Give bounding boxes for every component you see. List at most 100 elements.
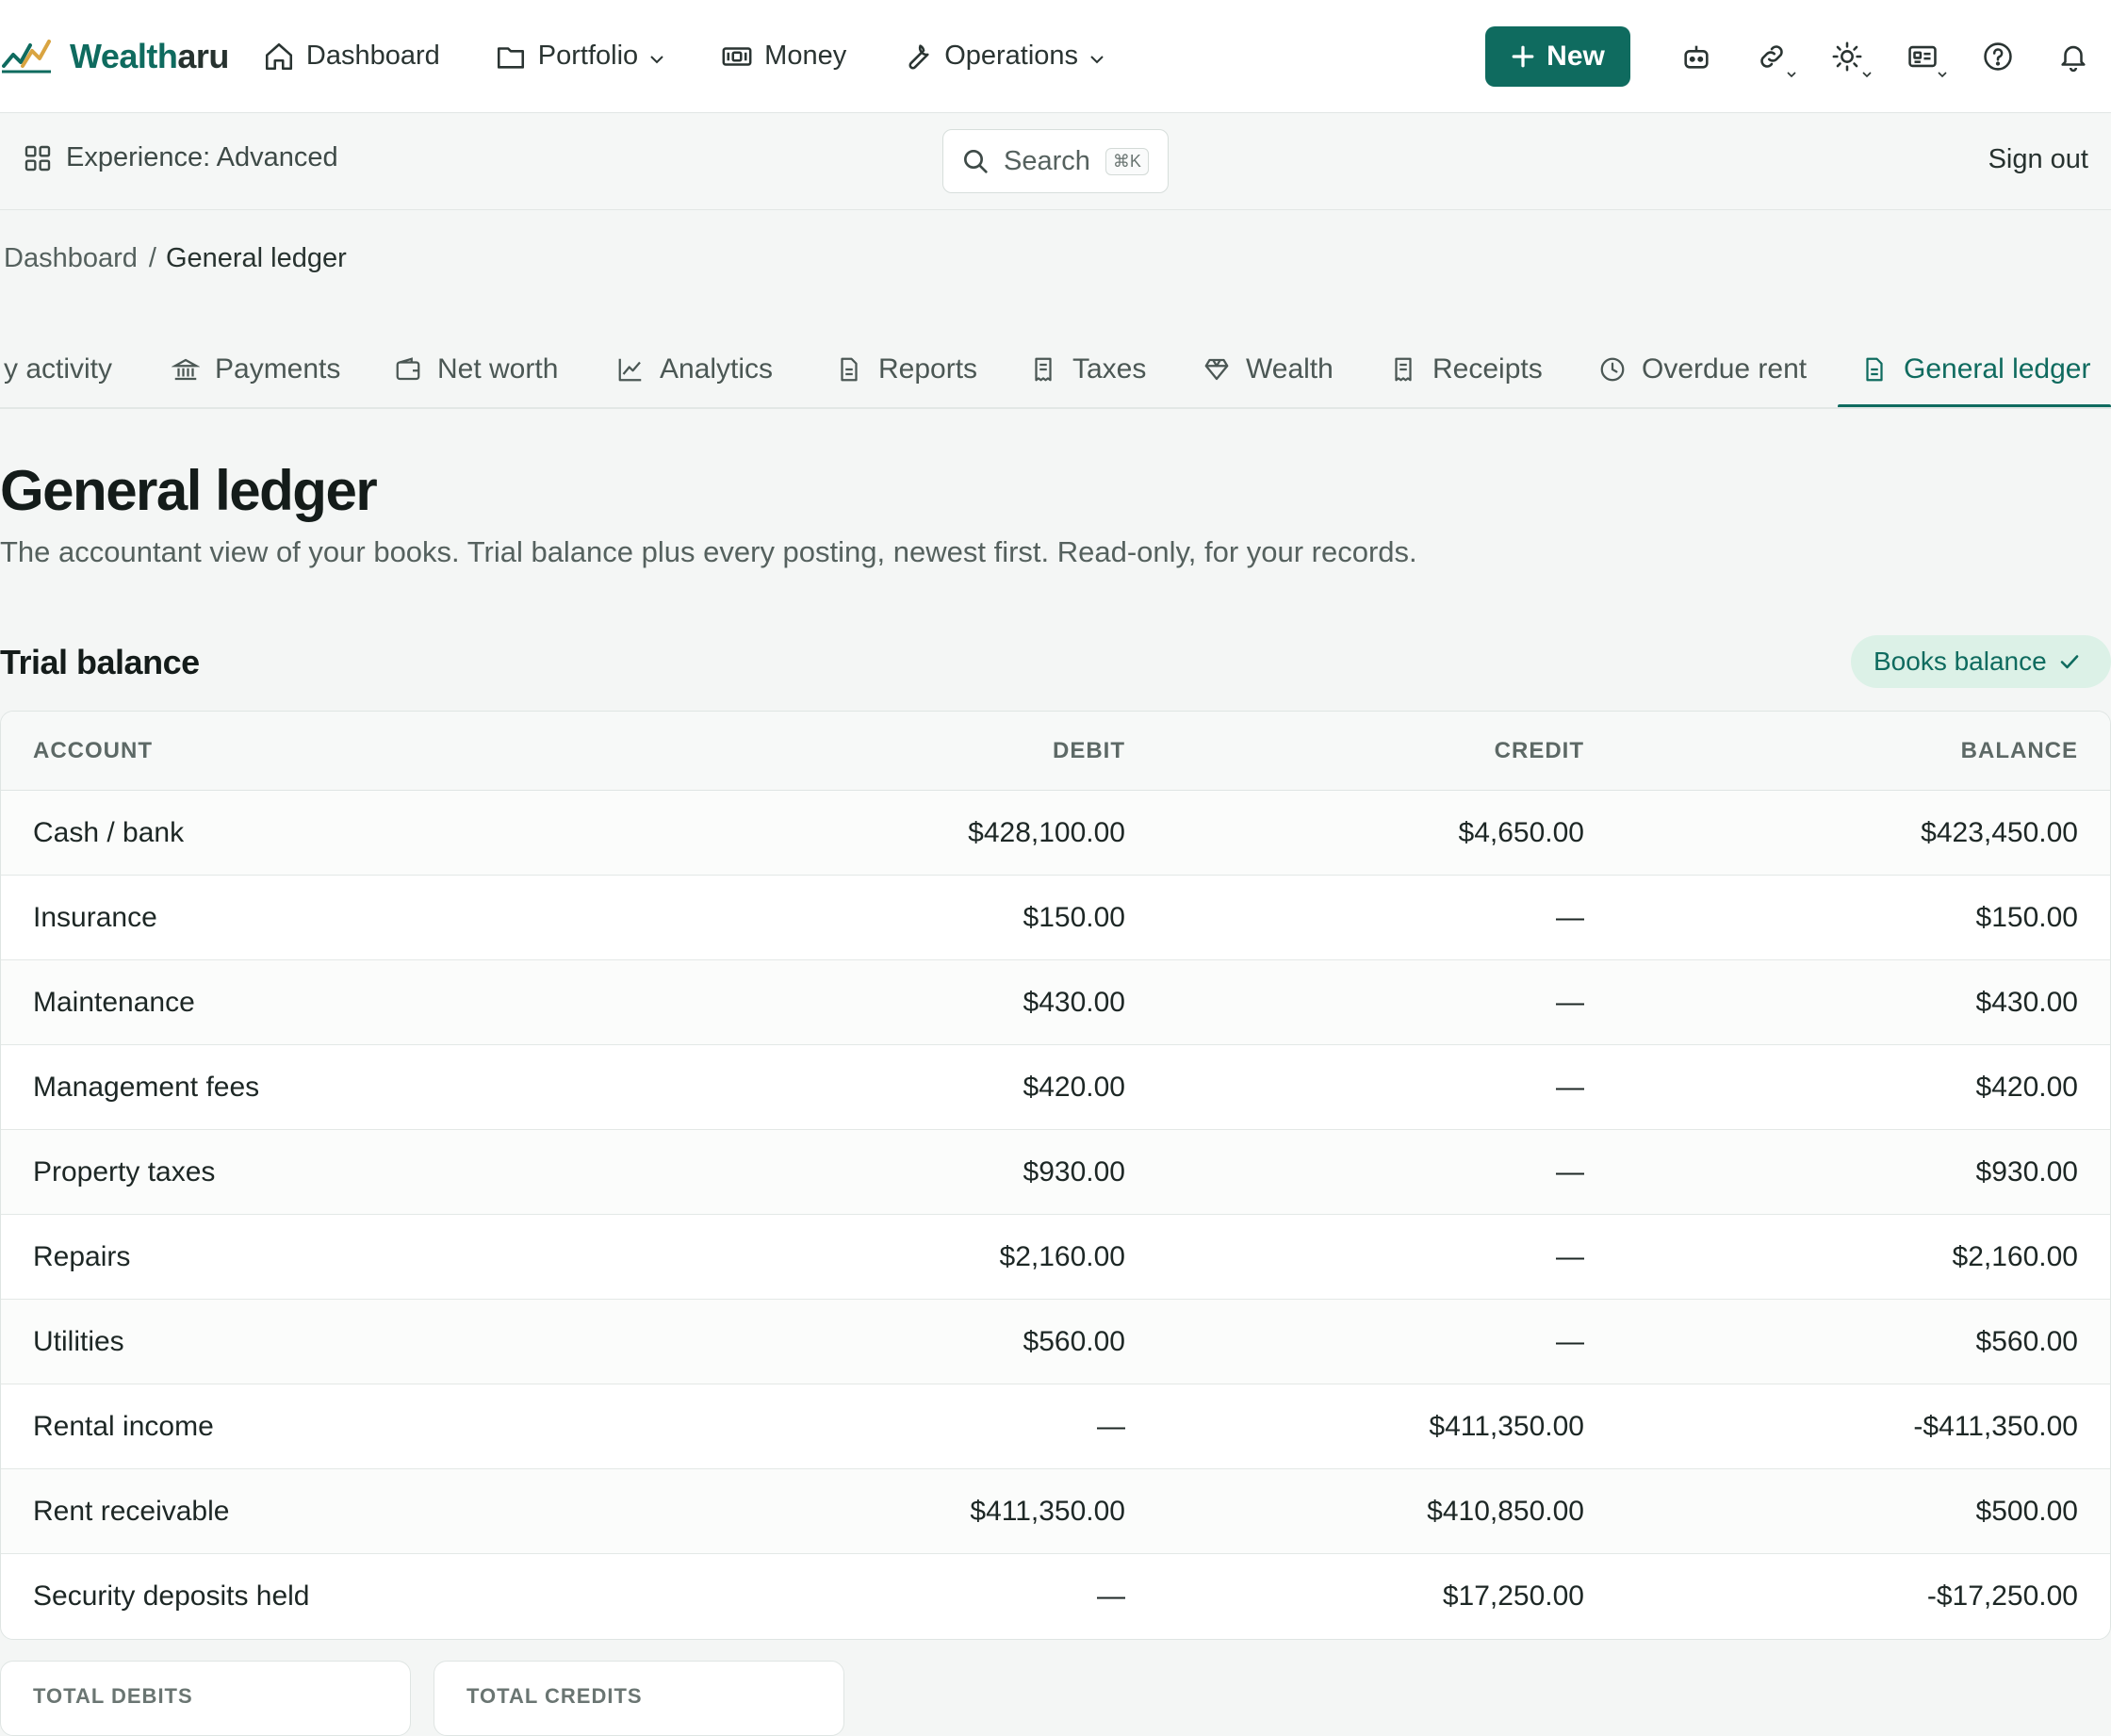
theme-menu-button[interactable] xyxy=(1809,26,1885,87)
brand[interactable]: Wealtharu xyxy=(2,37,229,76)
document-icon xyxy=(1866,357,1883,382)
experience-toggle[interactable]: Experience: Advanced xyxy=(23,142,338,173)
section-tabs: y activity Payments Net worth Analytics … xyxy=(0,330,2111,409)
tab-reports[interactable]: Reports xyxy=(835,330,978,407)
table-row: Utilities $560.00 — $560.00 xyxy=(1,1300,2110,1384)
tab-label: Payments xyxy=(215,353,341,385)
account-cell: Insurance xyxy=(33,901,157,933)
sub-toolbar: Experience: Advanced Search ⌘K Sign out xyxy=(0,114,2111,210)
wrench-icon xyxy=(908,43,929,69)
balance-cell: $420.00 xyxy=(1975,1071,2078,1103)
links-menu-button[interactable] xyxy=(1734,26,1809,87)
nav-label: Money xyxy=(764,41,847,71)
plus-icon xyxy=(1512,45,1534,68)
table-row: Security deposits held — $17,250.00 -$17… xyxy=(1,1554,2110,1639)
tab-label: Reports xyxy=(878,353,978,385)
debit-cell: $560.00 xyxy=(1023,1325,1125,1357)
page-title: General ledger xyxy=(0,459,378,522)
debit-cell: $150.00 xyxy=(1023,901,1125,933)
credit-cell: — xyxy=(1556,1325,1584,1357)
account-cell: Maintenance xyxy=(33,986,195,1018)
experience-label: Experience: Advanced xyxy=(66,142,338,172)
tab-label: Analytics xyxy=(660,353,774,385)
trial-balance-table: ACCOUNT DEBIT CREDIT BALANCE Cash / bank… xyxy=(0,711,2111,1640)
tab-analytics[interactable]: Analytics xyxy=(616,330,774,407)
credit-cell: — xyxy=(1556,1240,1584,1272)
status-badge: Books balance xyxy=(1851,635,2111,688)
nav-money[interactable]: Money xyxy=(721,41,846,73)
new-button[interactable]: New xyxy=(1485,26,1630,87)
search-icon xyxy=(964,150,988,173)
account-cell: Cash / bank xyxy=(33,816,185,848)
sign-out-link[interactable]: Sign out xyxy=(1988,144,2088,175)
table-row: Maintenance $430.00 — $430.00 xyxy=(1,960,2110,1045)
tab-general-ledger[interactable]: General ledger xyxy=(1860,330,2091,407)
nav-portfolio[interactable]: Portfolio xyxy=(495,41,666,73)
account-cell: Rent receivable xyxy=(33,1495,230,1527)
table-row: Property taxes $930.00 — $930.00 xyxy=(1,1130,2110,1215)
column-header-balance: BALANCE xyxy=(1960,737,2078,763)
total-credits-card: TOTAL CREDITS xyxy=(434,1661,844,1736)
assistant-button[interactable] xyxy=(1659,26,1734,87)
banknote-icon xyxy=(722,46,752,66)
account-cell: Repairs xyxy=(33,1240,131,1272)
active-tab-indicator xyxy=(1838,404,2111,407)
receipt-icon xyxy=(1395,357,1412,382)
tab-overdue-rent[interactable]: Overdue rent xyxy=(1598,330,1808,407)
search-input[interactable]: Search ⌘K xyxy=(942,129,1169,193)
breadcrumb: Dashboard / General ledger xyxy=(4,243,347,274)
table-row: Insurance $150.00 — $150.00 xyxy=(1,876,2110,960)
breadcrumb-separator: / xyxy=(148,243,156,273)
tab-receipts[interactable]: Receipts xyxy=(1389,330,1543,407)
account-cell: Rental income xyxy=(33,1410,214,1442)
table-body: Cash / bank $428,100.00 $4,650.00 $423,4… xyxy=(1,791,2110,1639)
tab-wealth[interactable]: Wealth xyxy=(1203,330,1334,407)
help-button[interactable] xyxy=(1960,26,2036,87)
balance-cell: $150.00 xyxy=(1975,901,2078,933)
account-cell: Utilities xyxy=(33,1325,124,1357)
tab-label: y activity xyxy=(4,353,113,385)
profile-menu-button[interactable] xyxy=(1885,26,1960,87)
help-icon xyxy=(1984,42,2012,71)
chevron-down-icon xyxy=(1787,72,1796,78)
brand-name: Wealtharu xyxy=(70,36,229,75)
new-button-label: New xyxy=(1546,41,1605,72)
credit-cell: $410,850.00 xyxy=(1427,1495,1584,1527)
credit-cell: — xyxy=(1556,901,1584,933)
account-cell: Property taxes xyxy=(33,1155,216,1187)
tab-payments[interactable]: Payments xyxy=(172,330,341,407)
wallet-icon xyxy=(396,357,420,381)
search-placeholder: Search xyxy=(1004,145,1090,176)
column-header-credit: CREDIT xyxy=(1494,737,1584,763)
bank-icon xyxy=(172,358,200,381)
table-row: Repairs $2,160.00 — $2,160.00 xyxy=(1,1215,2110,1300)
credit-cell: — xyxy=(1556,986,1584,1018)
tab-taxes[interactable]: Taxes xyxy=(1029,330,1146,407)
chevron-down-icon xyxy=(1090,55,1104,63)
nav-dashboard[interactable]: Dashboard xyxy=(263,41,440,73)
notifications-button[interactable] xyxy=(2036,26,2111,87)
column-header-account: ACCOUNT xyxy=(33,737,153,763)
bell-icon xyxy=(2061,45,2086,73)
balance-cell: -$17,250.00 xyxy=(1926,1580,2078,1612)
tab-label: General ledger xyxy=(1904,353,2091,385)
nav-operations[interactable]: Operations xyxy=(901,41,1106,73)
chevron-down-icon xyxy=(1938,72,1947,78)
tab-label: Net worth xyxy=(437,353,559,385)
tab-label: Overdue rent xyxy=(1642,353,1808,385)
credit-cell: $4,650.00 xyxy=(1458,816,1584,848)
debit-cell: $930.00 xyxy=(1023,1155,1125,1187)
debit-cell: $430.00 xyxy=(1023,986,1125,1018)
sun-icon xyxy=(1832,41,1862,72)
clock-icon xyxy=(1600,357,1625,382)
id-card-icon xyxy=(1908,45,1937,68)
logo-icon xyxy=(2,39,51,73)
tab-label: Wealth xyxy=(1246,353,1334,385)
balance-cell: $560.00 xyxy=(1975,1325,2078,1357)
balance-cell: $930.00 xyxy=(1975,1155,2078,1187)
trial-balance-title: Trial balance xyxy=(0,643,200,681)
breadcrumb-dashboard[interactable]: Dashboard xyxy=(4,243,138,274)
tab-net-worth[interactable]: Net worth xyxy=(394,330,559,407)
tab-activity[interactable]: y activity xyxy=(4,330,113,407)
account-cell: Security deposits held xyxy=(33,1580,310,1612)
